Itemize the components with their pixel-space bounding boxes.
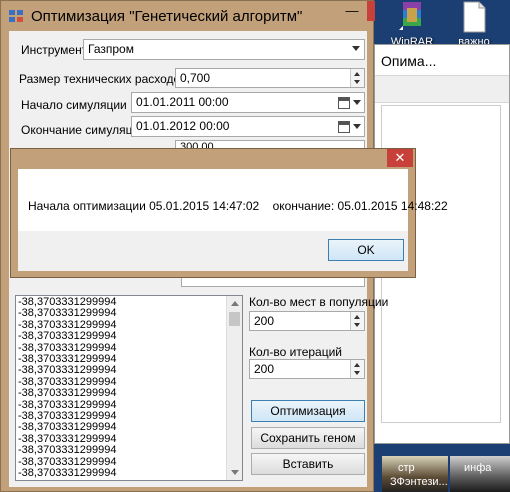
calendar-icon[interactable] [338, 97, 350, 109]
message-box-close-button[interactable]: ✕ [387, 149, 413, 167]
save-genome-button[interactable]: Сохранить геном [251, 427, 365, 449]
list-item[interactable]: -38,3703331299994 [18, 444, 226, 456]
start-value: 01.01.2011 00:00 [136, 95, 229, 109]
iterations-value: 200 [254, 362, 275, 376]
results-list[interactable]: -38,3703331299994 -38,3703331299994 -38,37… [15, 295, 243, 481]
list-item[interactable]: -38,3703331299994 [18, 467, 226, 479]
message-box[interactable]: ✕ Начала оптимизации 05.01.2015 14:47:02… [10, 148, 448, 278]
instrument-value: Газпром [88, 42, 134, 56]
paste-button[interactable]: Вставить [251, 453, 365, 475]
thumbnail-label: стр [398, 462, 415, 474]
stepper-buttons[interactable] [350, 69, 364, 87]
arrow-down-icon [354, 80, 360, 84]
population-value: 200 [254, 314, 275, 328]
app-icon [9, 10, 23, 22]
start-label: Начало симуляции [21, 98, 127, 112]
desktop-icon-winrar[interactable]: WinRAR [384, 0, 440, 48]
close-button[interactable] [367, 1, 375, 21]
results-scrollbar[interactable] [226, 296, 242, 480]
iterations-stepper[interactable]: 200 [249, 359, 365, 379]
chevron-down-icon [353, 100, 361, 105]
close-icon: ✕ [394, 150, 406, 165]
taskbar-thumbnail-str[interactable]: стр ЗФэнтези... [382, 456, 448, 492]
stepper-buttons[interactable] [350, 312, 364, 330]
results-rows: -38,3703331299994 -38,3703331299994 -38,37… [18, 296, 226, 480]
end-value: 01.01.2012 00:00 [136, 119, 230, 133]
list-item[interactable]: -38,3703331299994 [18, 387, 226, 399]
minimize-button[interactable]: — [339, 1, 365, 21]
end-label: Окончание симуляции [21, 123, 146, 137]
calendar-icon[interactable] [338, 121, 350, 133]
arrow-up-icon [354, 315, 360, 319]
instrument-select[interactable]: Газпром [83, 39, 365, 60]
end-date-picker[interactable]: 01.01.2012 00:00 [131, 116, 365, 137]
iterations-label: Кол-во итераций [249, 345, 343, 359]
background-window-title: Опима... [375, 45, 509, 75]
chevron-down-icon [352, 46, 360, 51]
arrow-down-icon [354, 371, 360, 375]
arrow-up-icon [354, 363, 360, 367]
arrow-down-icon [354, 323, 360, 327]
stepper-buttons[interactable] [350, 360, 364, 378]
message-box-footer: OK [18, 231, 408, 271]
scroll-down-icon[interactable] [231, 470, 239, 475]
background-window-toolbar [375, 75, 509, 103]
costs-value: 0,700 [180, 71, 211, 85]
arrow-up-icon [354, 72, 360, 76]
message-text: Начала оптимизации 05.01.2015 14:47:02 о… [28, 199, 448, 213]
ok-button[interactable]: OK [328, 239, 404, 261]
document-icon [457, 0, 491, 34]
costs-stepper[interactable]: 0,700 [175, 68, 365, 88]
message-box-body: Начала оптимизации 05.01.2015 14:47:02 о… [18, 169, 448, 231]
population-stepper[interactable]: 200 [249, 311, 365, 331]
scroll-up-icon[interactable] [231, 301, 239, 306]
thumbnail-sublabel: ЗФэнтези... [390, 476, 448, 488]
taskbar-thumbnail-infa[interactable]: инфа [450, 456, 510, 492]
window-title: Оптимизация "Генетический алгоритм" [31, 8, 303, 25]
list-item[interactable]: -38,3703331299994 [18, 330, 226, 342]
window-titlebar[interactable]: Оптимизация "Генетический алгоритм" — [1, 1, 375, 31]
population-label: Кол-во мест в популяции [249, 295, 389, 309]
minimize-icon: — [345, 3, 359, 18]
chevron-down-icon [353, 124, 361, 129]
thumbnail-label: инфа [464, 462, 492, 474]
instrument-label: Инструмент [21, 43, 88, 57]
desktop-icon-vazhno[interactable]: важно [446, 0, 502, 48]
winrar-icon [395, 0, 429, 34]
start-date-picker[interactable]: 01.01.2011 00:00 [131, 92, 365, 113]
scroll-thumb[interactable] [229, 312, 240, 326]
optimize-button[interactable]: Оптимизация [251, 400, 365, 422]
